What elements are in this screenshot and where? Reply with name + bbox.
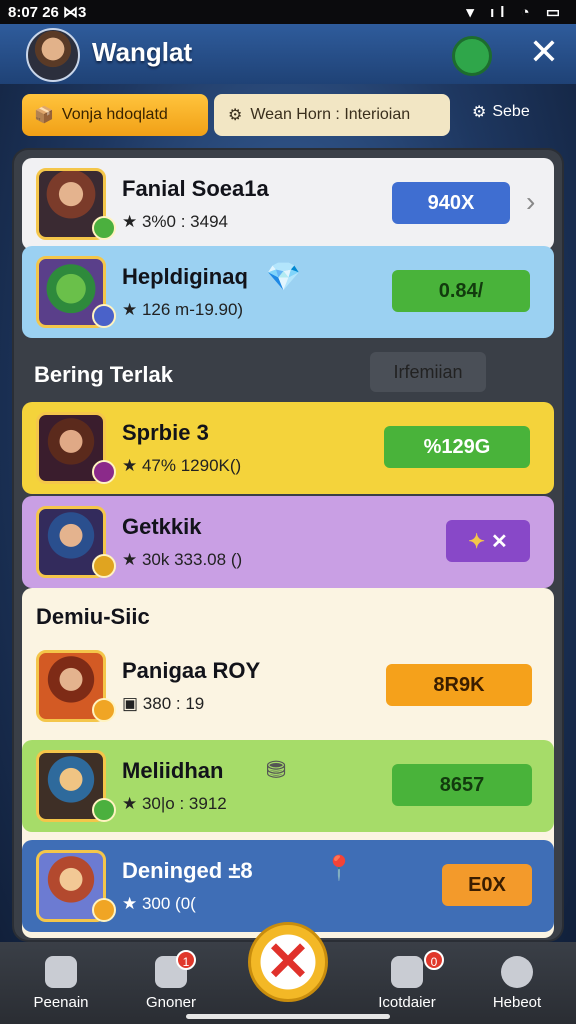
rank-badge-icon [92,216,116,240]
top-bar: Wanglat ✕ [0,24,576,84]
home-indicator [186,1014,390,1019]
list-item[interactable]: Fanial Soea1a ★ 3%0 : 3494 940X › [22,158,554,250]
status-time: 8:07 26 ⋈3 [8,4,87,21]
lock-icon[interactable] [452,36,492,76]
tab-bar: 📦 Vonja hdoqlatd ⚙ Wean Horn : Interioia… [0,86,576,142]
item-stats: ★ 30|o : 3912 [122,794,227,813]
notification-badge: 1 [176,950,196,970]
nav-item-inbox[interactable]: Icotdaier [352,956,462,1011]
list-item[interactable]: Meliidhan ★ 30|o : 3912 ⛃ 8657 [22,740,554,832]
rank-badge-icon [92,460,116,484]
loot-icon: 💎 [266,261,301,292]
treasure-icon: 📦 [34,107,54,124]
list-item[interactable]: Panigaa ROY ▣ 380 : 19 8R9K [22,640,554,732]
item-name: Fanial Soea1a [122,176,269,201]
rank-badge-icon [92,304,116,328]
rank-badge-icon [92,698,116,722]
rank-badge-icon [92,898,116,922]
rank-badge-icon [92,554,116,578]
tab-secondary[interactable]: ⚙ Wean Horn : Interioian [214,94,450,136]
status-icons: ▾ ıl ◔ ▭ [466,4,566,21]
nav-label: Icotdaier [378,994,436,1011]
item-name: Panigaa ROY [122,658,261,683]
item-name: Deninged ±8 [122,858,253,883]
item-stats: ★ 126 m-19.90) [122,300,244,319]
leaderboard-panel: Fanial Soea1a ★ 3%0 : 3494 940X › Hepldi… [14,150,562,940]
price-button[interactable]: E0X [442,864,532,906]
settings-icon: ⚙ [472,104,487,121]
price-button[interactable]: 940X [392,182,510,224]
notification-badge: 0 [424,950,444,970]
item-name: Hepldiginaq [122,264,248,289]
nav-label: Gnoner [145,994,197,1011]
reward-button-label: ✕ [491,530,508,553]
nav-label: Peenain [33,994,89,1011]
item-stats: ★ 47% 1290K() [122,456,242,475]
item-stats: ★ 3%0 : 3494 [122,212,228,231]
price-button[interactable]: 0.84/ [392,270,530,312]
item-name: Getkkik [122,514,202,539]
tab-secondary-label: Wean Horn : Interioian [250,106,411,123]
status-bar: 8:07 26 ⋈3 ▾ ıl ◔ ▭ [0,0,576,24]
price-button[interactable]: %129G [384,426,530,468]
rank-badge-icon [92,798,116,822]
item-name: Meliidhan [122,758,224,783]
profile-icon [501,956,533,988]
nav-item-friends[interactable]: Gnoner [116,956,226,1011]
tab-primary[interactable]: 📦 Vonja hdoqlatd [22,94,208,136]
price-button[interactable]: 8657 [392,764,532,806]
section-title: Demiu-Siic [36,604,150,629]
home-icon [45,956,77,988]
item-stats: ★ 300 (0( [122,894,196,913]
list-item[interactable]: Sprbie 3 ★ 47% 1290K() %129G [22,402,554,494]
item-stats: ★ 30k 333.08 () [122,550,243,569]
nav-item-home[interactable]: Peenain [6,956,116,1011]
item-name: Sprbie 3 [122,420,209,445]
nav-label: Hebeot [492,994,542,1011]
nav-item-profile[interactable]: Hebeot [462,956,572,1011]
list-item[interactable]: Getkkik ★ 30k 333.08 () ✦ ✕ [22,496,554,588]
list-item[interactable]: Hepldiginaq ★ 126 m-19.90) 💎 0.84/ [22,246,554,338]
tab-settings-label: Sebe [492,103,530,120]
reward-button[interactable]: ✦ ✕ [446,520,530,562]
chevron-right-icon[interactable]: › [526,186,535,218]
list-item[interactable]: Deninged ±8 ★ 300 (0( 📍 E0X [22,840,554,932]
loot-icon: 📍 [324,855,354,882]
center-action-button[interactable]: ✕ [248,922,328,1002]
avatar[interactable] [26,28,80,82]
star-icon: ✦ [468,530,485,553]
section-action-button[interactable]: Irfemiian [370,352,486,392]
gear-icon: ⚙ [228,107,243,124]
page-title: Wanglat [92,37,193,67]
inbox-icon [391,956,423,988]
tab-settings[interactable]: ⚙ Sebe [472,102,530,122]
price-button[interactable]: 8R9K [386,664,532,706]
section-title: Bering Terlak [34,362,173,387]
loot-icon: ⛃ [266,757,287,784]
tab-primary-label: Vonja hdoqlatd [61,106,168,123]
item-stats: ▣ 380 : 19 [122,694,205,713]
close-button[interactable]: ✕ [524,30,564,74]
